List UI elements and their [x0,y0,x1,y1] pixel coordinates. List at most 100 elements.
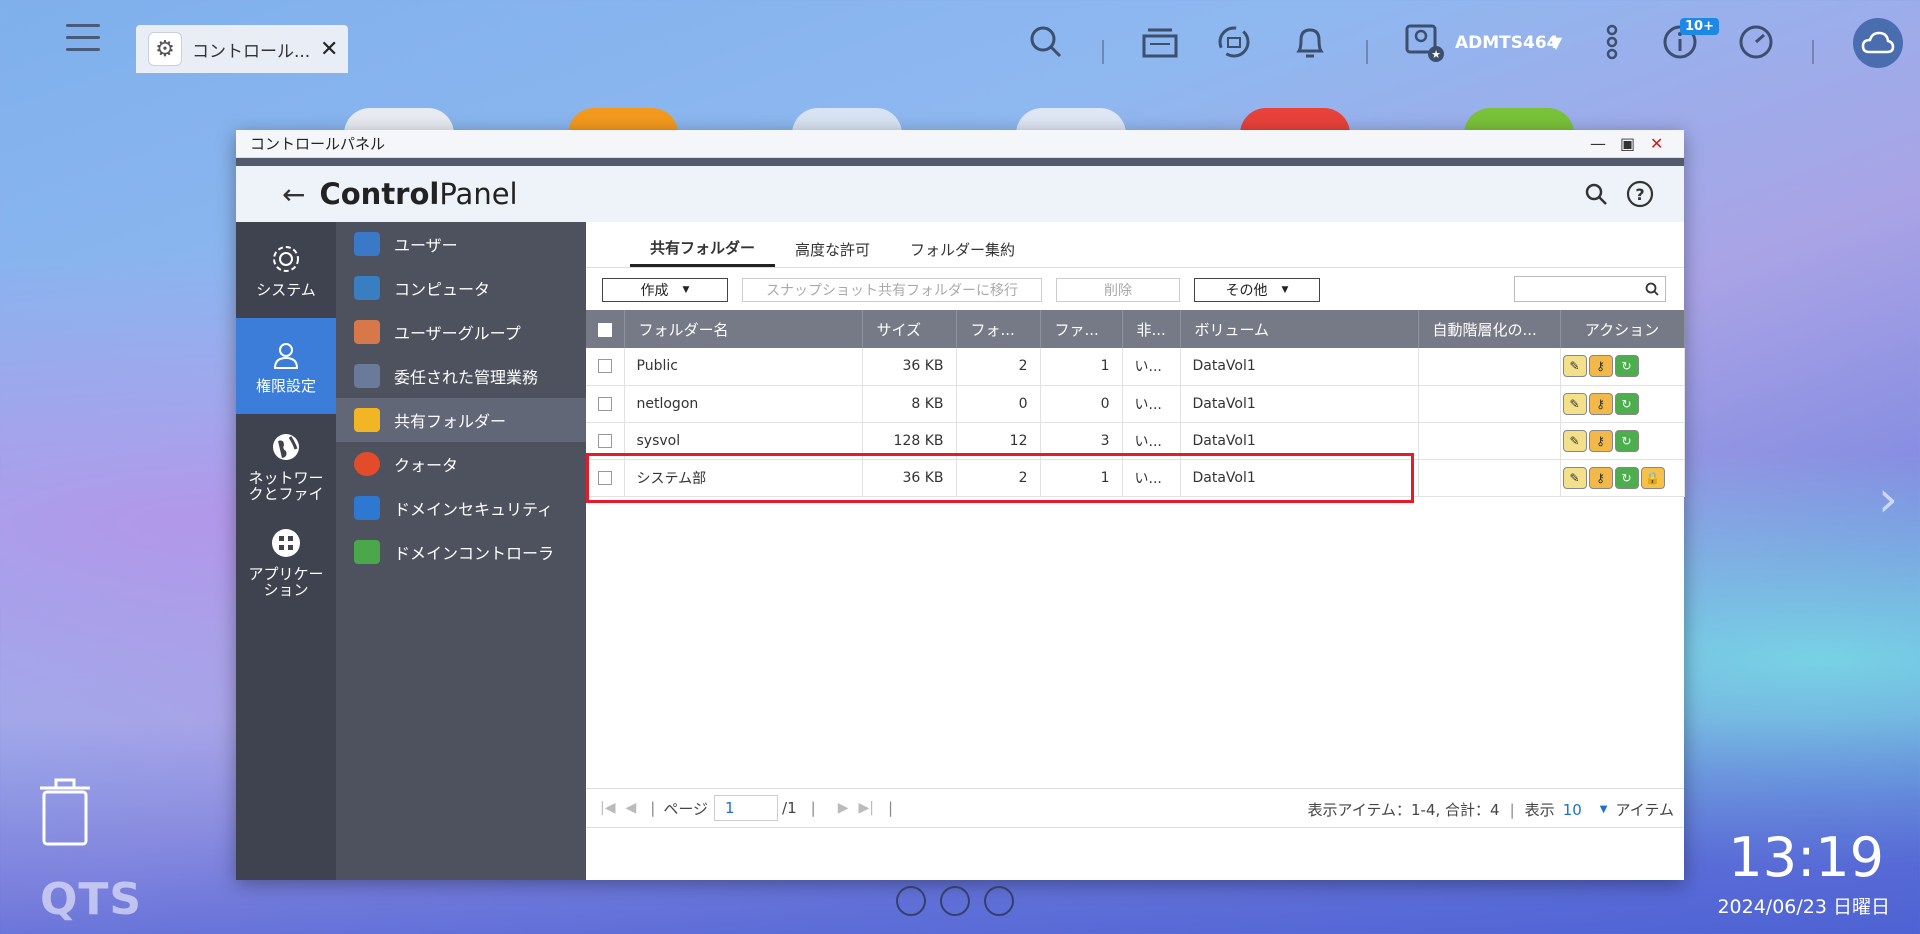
nav-label: 権限設定 [255,377,316,395]
trash-icon[interactable] [38,776,92,848]
divider: | [887,799,894,817]
permission-icon[interactable]: ⚷ [1588,429,1613,452]
highlight-box [586,453,1414,503]
volume-name: DataVol1 [1180,348,1419,386]
column-header[interactable]: ボリューム [1180,310,1419,348]
app-tab-control-panel[interactable]: ⚙ コントロール... ✕ [136,25,348,73]
maximize-icon[interactable]: ▣ [1620,134,1635,153]
nav-system[interactable]: システム [236,222,336,318]
nav-quota[interactable]: クォータ [336,442,586,486]
chevron-down-icon[interactable]: ▼ [1600,804,1608,815]
sync-icon[interactable] [1214,22,1254,62]
minimize-icon[interactable]: — [1590,134,1606,153]
per-page-select[interactable]: 10 [1563,801,1582,819]
domain-security-icon [354,496,380,520]
next-page-icon[interactable]: ▶ [838,800,849,816]
prev-page-icon[interactable]: ◀ [625,800,636,816]
dock-icon[interactable] [984,886,1014,916]
nav-shared-folders[interactable]: 共有フォルダー [336,398,586,442]
chevron-right-icon[interactable]: › [1878,470,1898,528]
nav-label: 共有フォルダー [394,412,507,431]
tab-advanced-permissions[interactable]: 高度な許可 [775,237,890,267]
file-count: 0 [1040,385,1123,423]
computer-icon [354,276,380,300]
search-icon [1645,282,1659,296]
divider: | [650,799,656,817]
menu-icon[interactable] [66,24,100,54]
page-number-input[interactable]: 1 [714,795,779,821]
nav-label: ドメインコントローラ [394,544,555,563]
folder-size: 8 KB [862,385,957,423]
domain-controller-icon [354,540,380,564]
svg-text:★: ★ [1431,48,1441,61]
user-icon [269,338,303,372]
select-all-checkbox[interactable] [586,310,625,348]
lock-icon[interactable]: 🔒 [1640,466,1665,489]
last-page-icon[interactable]: ▶| [858,800,873,816]
nav-delegated-admin[interactable]: 委任された管理業務 [336,354,586,398]
nav-applications[interactable]: アプリケーション [236,514,336,610]
column-header[interactable]: 自動階層化の... [1418,310,1561,348]
nav-privilege[interactable]: 権限設定 [236,318,336,414]
row-checkbox[interactable] [586,348,625,386]
bell-icon[interactable] [1290,22,1330,62]
dock-icon[interactable] [940,886,970,916]
refresh-icon[interactable]: ↻ [1614,466,1639,489]
nav-label: クォータ [394,456,459,475]
edit-icon[interactable]: ✎ [1562,466,1587,489]
snapshot-migrate-button[interactable]: スナップショット共有フォルダーに移行 [742,278,1042,302]
divider [1812,40,1814,64]
nav-user-groups[interactable]: ユーザーグループ [336,310,586,354]
search-icon[interactable] [1026,22,1066,62]
nav-label: ネットワークとファイ [248,469,324,503]
permission-icon[interactable]: ⚷ [1588,466,1613,489]
nav-label: アプリケーション [248,565,324,599]
pagination-bar: |◀ ◀ | ページ 1 /1 | ▶ ▶| | 表示アイテム：1-4, 合計：… [586,788,1684,828]
close-icon[interactable]: ✕ [1650,134,1663,153]
refresh-icon[interactable]: ↻ [1614,392,1639,415]
search-icon[interactable] [1582,180,1610,208]
table-header-row: フォルダー名 サイズ フォ... ファ... 非... ボリューム 自動階層化の… [586,310,1685,348]
column-header[interactable]: フォ... [956,310,1041,348]
close-icon[interactable]: ✕ [320,37,338,62]
nav-domain-controller[interactable]: ドメインコントローラ [336,530,586,574]
delete-button[interactable]: 削除 [1056,278,1180,302]
search-input[interactable] [1514,276,1666,302]
quota-icon [354,452,380,476]
table-row[interactable]: netlogon 8 KB 0 0 い... DataVol1 ✎ ⚷ ↻ [586,385,1685,423]
nav-network[interactable]: ネットワークとファイ [236,418,336,514]
refresh-icon[interactable]: ↻ [1614,355,1639,378]
tab-folder-aggregation[interactable]: フォルダー集約 [890,237,1035,267]
back-arrow-icon[interactable]: ← [282,178,305,211]
folder-count: 0 [956,385,1041,423]
other-button[interactable]: その他 ▼ [1194,278,1320,302]
chevron-down-icon[interactable]: ▼ [1536,22,1576,62]
column-header[interactable]: ファ... [1040,310,1123,348]
permission-icon[interactable]: ⚷ [1588,392,1613,415]
window-titlebar[interactable]: コントロールパネル — ▣ ✕ [236,130,1684,158]
dock-icon[interactable] [896,886,926,916]
tab-shared-folders[interactable]: 共有フォルダー [630,237,776,267]
create-button[interactable]: 作成 ▼ [602,278,728,302]
column-header[interactable]: サイズ [862,310,957,348]
tasks-icon[interactable] [1140,22,1180,62]
more-icon[interactable] [1592,22,1632,62]
column-header[interactable]: フォルダー名 [624,310,863,348]
column-header[interactable]: 非... [1122,310,1181,348]
nav-users[interactable]: ユーザー [336,222,586,266]
help-icon[interactable]: ? [1626,180,1654,208]
refresh-icon[interactable]: ↻ [1614,429,1639,452]
row-checkbox[interactable] [586,385,625,423]
edit-icon[interactable]: ✎ [1562,392,1587,415]
cloud-icon[interactable] [1853,18,1903,68]
dashboard-icon[interactable] [1736,22,1776,62]
first-page-icon[interactable]: |◀ [600,800,615,816]
edit-icon[interactable]: ✎ [1562,355,1587,378]
page-title: ControlPanel [319,177,518,211]
permission-icon[interactable]: ⚷ [1588,355,1613,378]
nav-computers[interactable]: コンピュータ [336,266,586,310]
edit-icon[interactable]: ✎ [1562,429,1587,452]
user-icon[interactable]: ★ [1404,22,1444,62]
nav-domain-security[interactable]: ドメインセキュリティ [336,486,586,530]
table-row[interactable]: Public 36 KB 2 1 い... DataVol1 ✎ ⚷ ↻ [586,348,1685,386]
